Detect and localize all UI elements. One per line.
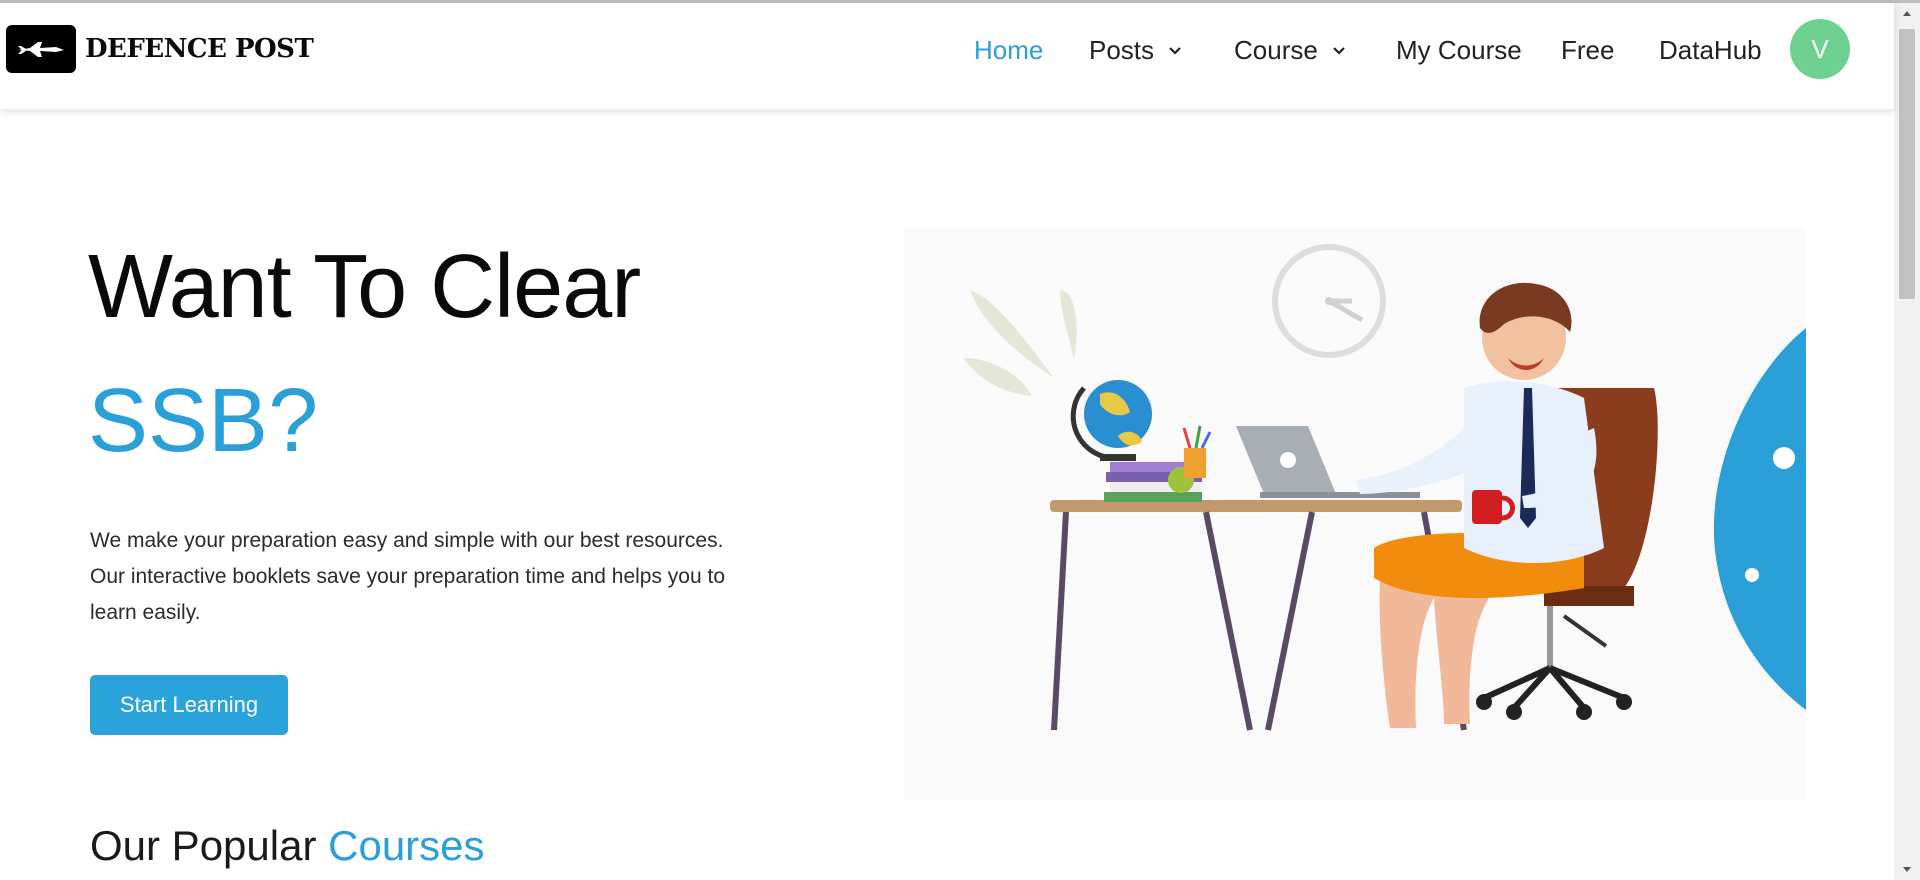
hero-illustration [904,228,1806,800]
nav-item-free[interactable]: Free [1561,35,1614,66]
scroll-down-arrow-icon[interactable] [1894,860,1920,880]
fighter-jet-icon [6,25,76,73]
nav-item-datahub[interactable]: DataHub [1659,35,1762,66]
chevron-down-icon [1168,43,1184,59]
brand-name: DEFENCE POST [85,34,314,64]
scroll-up-arrow-icon[interactable] [1894,3,1920,23]
nav-item-posts[interactable]: Posts [1089,35,1184,66]
brand-logo[interactable]: DEFENCE POST [6,25,314,73]
section-title-prefix: Our Popular [90,822,317,869]
nav-item-label: DataHub [1659,35,1762,65]
nav-item-label: My Course [1396,35,1522,65]
popular-courses-heading: Our Popular Courses [90,822,485,870]
nav-item-label: Free [1561,35,1615,65]
chevron-down-icon [1332,43,1348,59]
user-avatar[interactable]: V [1790,19,1850,79]
page-scrollbar[interactable] [1894,3,1920,880]
hero-title-accent: SSB? [88,371,319,471]
start-learning-button[interactable]: Start Learning [90,675,288,735]
scroll-thumb[interactable] [1899,29,1915,299]
hero-title: Want To Clear [88,237,641,337]
hero-description: We make your preparation easy and simple… [90,529,726,624]
nav-item-home[interactable]: Home [974,35,1043,66]
section-title-highlight: Courses [328,822,485,869]
nav-item-label: Home [974,35,1044,65]
nav-item-course[interactable]: Course [1234,35,1348,66]
nav-item-my-course[interactable]: My Course [1396,35,1522,66]
nav-item-label: Course [1234,35,1318,65]
navbar: DEFENCE POST Home Posts Course My Course… [0,3,1894,109]
nav-item-label: Posts [1089,35,1155,65]
